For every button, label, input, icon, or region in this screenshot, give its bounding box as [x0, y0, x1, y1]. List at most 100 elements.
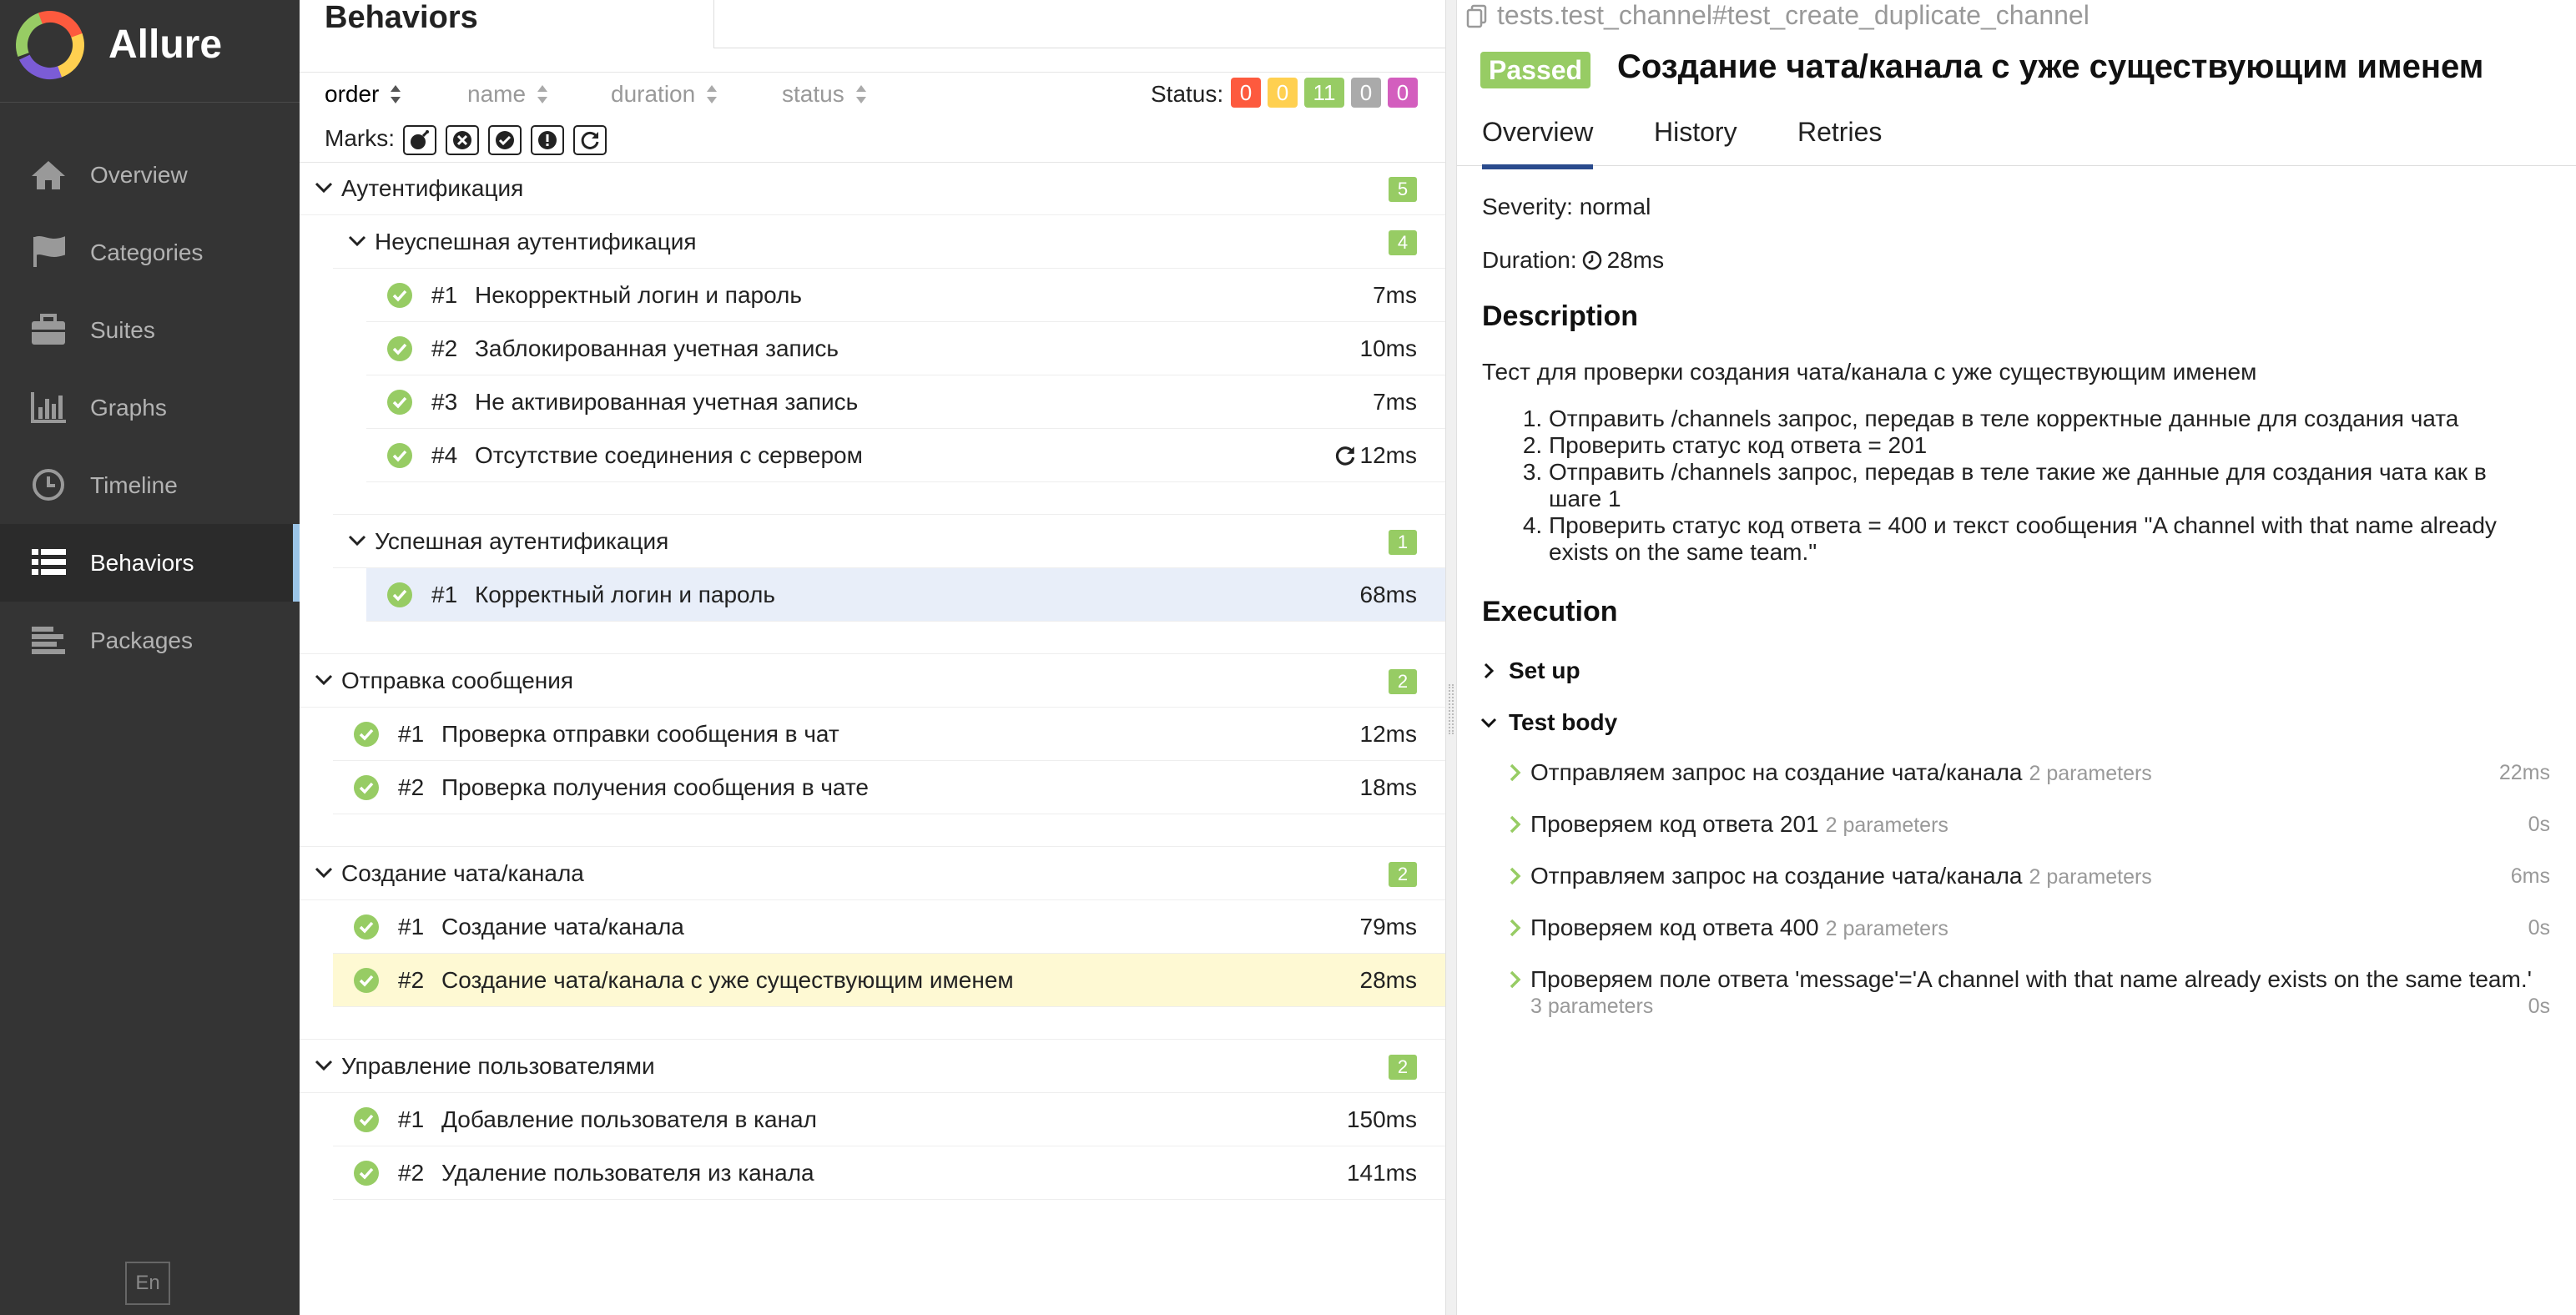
status-filter-failed[interactable]: 0	[1231, 78, 1261, 108]
test-name: Корректный логин и пароль	[475, 582, 775, 607]
step-duration: 0s	[2528, 813, 2550, 836]
test-row[interactable]: #1 Проверка отправки сообщения в чат 12m…	[333, 708, 1445, 761]
test-body-label: Test body	[1509, 709, 1618, 735]
tab-retries[interactable]: Retries	[1797, 117, 1882, 148]
test-row[interactable]: #2 Заблокированная учетная запись 10ms	[366, 322, 1445, 375]
description-heading: Description	[1482, 300, 1639, 332]
mark-retries-button[interactable]	[573, 125, 607, 155]
execution-step[interactable]: Проверяем код ответа 400 2 parameters 0s	[1507, 914, 2550, 948]
group-title: Успешная аутентификация	[375, 528, 669, 554]
sort-arrows-icon	[855, 85, 866, 103]
test-path-text: tests.test_channel#test_create_duplicate…	[1497, 0, 2090, 30]
clock-icon	[1582, 250, 1601, 270]
step-params: 2 parameters	[1825, 917, 1948, 940]
marks-label: Marks:	[325, 125, 395, 151]
test-row[interactable]: #2 Удаление пользователя из канала 141ms	[333, 1146, 1445, 1200]
check-circle-icon	[354, 968, 379, 993]
sidebar-item-suites[interactable]: Suites	[0, 291, 300, 369]
tree-group[interactable]: Аутентификация 5	[300, 162, 1445, 215]
tree-subgroup[interactable]: Неуспешная аутентификация 4	[333, 215, 1445, 269]
test-number: #2	[398, 967, 425, 993]
pane-splitter[interactable]	[1445, 0, 1457, 1315]
description-text: Тест для проверки создания чата/канала с…	[1482, 359, 2257, 385]
sort-arrows-icon	[707, 85, 718, 103]
test-row[interactable]: #1 Создание чата/канала 79ms	[333, 900, 1445, 954]
test-path: tests.test_channel#test_create_duplicate…	[1465, 0, 2090, 31]
description-step: Отправить /channels запрос, передав в те…	[1549, 406, 2542, 432]
tab-overview[interactable]: Overview	[1482, 117, 1594, 169]
step-params: 2 parameters	[1825, 814, 1948, 837]
sort-by-name[interactable]: name	[467, 81, 549, 108]
logo-row[interactable]: Allure	[0, 0, 300, 103]
status-filter-broken[interactable]: 0	[1268, 78, 1298, 108]
mark-new-failed-button[interactable]	[446, 125, 479, 155]
test-body-toggle[interactable]: Test body	[1480, 709, 1617, 736]
test-name: Не активированная учетная запись	[475, 389, 859, 415]
test-number: #1	[431, 282, 458, 308]
execution-step[interactable]: Проверяем поле ответа 'message'='A chann…	[1507, 966, 2550, 1025]
execution-step[interactable]: Отправляем запрос на создание чата/канал…	[1507, 863, 2550, 896]
test-duration: 150ms	[1346, 1106, 1417, 1132]
sort-arrows-icon	[537, 85, 548, 103]
mark-new-passed-button[interactable]	[488, 125, 522, 155]
status-filter-label: Status:	[1151, 81, 1224, 107]
flag-icon	[33, 236, 65, 267]
page-title: Behaviors	[325, 0, 478, 35]
test-number: #1	[431, 582, 458, 607]
test-duration: 12ms	[1359, 721, 1417, 747]
sidebar-item-label: Behaviors	[90, 549, 194, 576]
chevron-right-icon	[1510, 919, 1521, 937]
test-row[interactable]: #1 Некорректный логин и пароль 7ms	[366, 269, 1445, 322]
splitter-grip-icon	[1449, 684, 1454, 734]
sort-by-duration[interactable]: duration	[611, 81, 718, 108]
check-circle-icon	[354, 722, 379, 747]
status-filter-passed[interactable]: 11	[1304, 78, 1344, 108]
tree-group[interactable]: Отправка сообщения 2	[300, 654, 1445, 708]
chevron-down-icon	[348, 235, 366, 247]
status-filter-unknown[interactable]: 0	[1388, 78, 1418, 108]
check-circle-icon	[387, 443, 412, 468]
list-icon	[32, 549, 66, 575]
tree-group[interactable]: Управление пользователями 2	[300, 1040, 1445, 1093]
test-number: #1	[398, 1106, 425, 1132]
count-badge: 5	[1389, 177, 1417, 202]
test-row[interactable]: #3 Не активированная учетная запись 7ms	[366, 375, 1445, 429]
bar-chart-icon	[31, 392, 66, 423]
sidebar-item-categories[interactable]: Categories	[0, 214, 300, 291]
copy-icon[interactable]	[1465, 3, 1490, 28]
chevron-down-icon	[315, 674, 333, 686]
test-duration: 12ms	[1359, 442, 1417, 468]
duration-label: Duration:	[1482, 247, 1577, 273]
test-name: Добавление пользователя в канал	[441, 1106, 817, 1132]
execution-step[interactable]: Проверяем код ответа 201 2 parameters 0s	[1507, 811, 2550, 844]
sort-by-order[interactable]: order	[325, 81, 402, 108]
marks-bar: Marks:	[300, 118, 1445, 163]
test-row[interactable]: #1 Добавление пользователя в канал 150ms	[333, 1093, 1445, 1146]
language-button[interactable]: En	[125, 1262, 170, 1305]
setup-toggle[interactable]: Set up	[1480, 658, 1580, 684]
tree-spacer	[300, 1007, 1445, 1040]
sidebar-item-timeline[interactable]: Timeline	[0, 446, 300, 524]
step-params: 2 parameters	[2029, 762, 2152, 785]
sidebar-item-graphs[interactable]: Graphs	[0, 369, 300, 446]
count-badge: 2	[1389, 862, 1417, 887]
test-duration: 28ms	[1359, 967, 1417, 993]
execution-step[interactable]: Отправляем запрос на создание чата/канал…	[1507, 759, 2550, 793]
tree-subgroup[interactable]: Успешная аутентификация 1	[333, 515, 1445, 568]
test-row[interactable]: #4 Отсутствие соединения с сервером 12ms	[366, 429, 1445, 482]
mark-flaky-button[interactable]	[403, 125, 436, 155]
step-params: 2 parameters	[2029, 865, 2152, 889]
status-filter-skipped[interactable]: 0	[1351, 78, 1381, 108]
mark-new-broken-button[interactable]	[531, 125, 564, 155]
execution-heading: Execution	[1482, 596, 1618, 627]
sidebar-item-packages[interactable]: Packages	[0, 602, 300, 679]
test-row[interactable]: #1 Корректный логин и пароль 68ms	[366, 568, 1445, 622]
sidebar-item-behaviors[interactable]: Behaviors	[0, 524, 300, 602]
sidebar-item-overview[interactable]: Overview	[0, 136, 300, 214]
test-row-selected[interactable]: #2 Создание чата/канала с уже существующ…	[333, 954, 1445, 1007]
test-row[interactable]: #2 Проверка получения сообщения в чате 1…	[333, 761, 1445, 814]
tab-history[interactable]: History	[1654, 117, 1737, 148]
sort-by-status[interactable]: status	[782, 81, 868, 108]
tree-group[interactable]: Создание чата/канала 2	[300, 847, 1445, 900]
test-number: #2	[431, 335, 458, 361]
